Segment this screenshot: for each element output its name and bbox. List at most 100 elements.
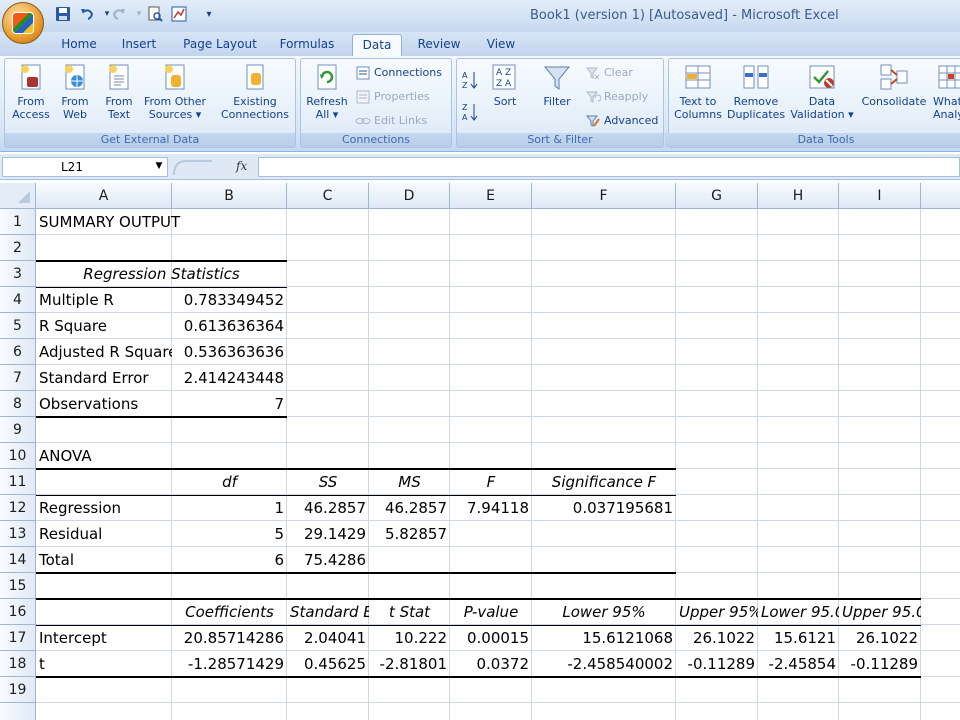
cell-a17[interactable]: Intercept — [36, 625, 172, 651]
row-header-7[interactable]: 7 — [0, 365, 36, 391]
cell-a18[interactable]: t — [36, 651, 172, 677]
tab-formulas[interactable]: Formulas — [274, 34, 340, 56]
name-box-dropdown-icon[interactable]: ▼ — [152, 157, 166, 175]
cell-h17[interactable]: 15.6121 — [758, 625, 839, 651]
cell-b14[interactable]: 6 — [172, 547, 287, 573]
cell-f16[interactable]: Lower 95% — [532, 599, 676, 625]
cell-b11[interactable]: df — [172, 469, 287, 495]
cell-g18[interactable]: -0.11289 — [676, 651, 758, 677]
cell-c14[interactable]: 75.4286 — [287, 547, 369, 573]
text-to-columns-button[interactable]: Text to Columns — [671, 61, 725, 121]
clear-filter-button[interactable]: Clear — [585, 63, 633, 83]
cell-a8[interactable]: Observations — [36, 391, 172, 417]
cell-a7[interactable]: Standard Error — [36, 365, 172, 391]
tab-home[interactable]: Home — [54, 34, 104, 56]
cell-a14[interactable]: Total — [36, 547, 172, 573]
row-header-11[interactable]: 11 — [0, 469, 36, 495]
worksheet-grid[interactable]: ABCDEFGHI 1 2 3 4 5 6 7 8 9 10 11 12 13 14 15 16 17 18 19 … — [0, 183, 960, 720]
column-header-h[interactable]: H — [758, 183, 839, 209]
row-header-6[interactable]: 6 — [0, 339, 36, 365]
cell-a5[interactable]: R Square — [36, 313, 172, 339]
cell-c12[interactable]: 46.2857 — [287, 495, 369, 521]
row-header-8[interactable]: 8 — [0, 391, 36, 417]
cell-b5[interactable]: 0.613636364 — [172, 313, 287, 339]
tab-insert[interactable]: Insert — [114, 34, 164, 56]
cell-g16[interactable]: Upper 95% — [676, 599, 758, 625]
column-header-f[interactable]: F — [532, 183, 676, 209]
cell-d16[interactable]: t Stat — [369, 599, 450, 625]
cell-b13[interactable]: 5 — [172, 521, 287, 547]
cell-b16[interactable]: Coefficients — [172, 599, 287, 625]
cell-b12[interactable]: 1 — [172, 495, 287, 521]
column-header-g[interactable]: G — [676, 183, 758, 209]
cell-c11[interactable]: SS — [287, 469, 369, 495]
row-header-2[interactable]: 2 — [0, 235, 36, 261]
column-header-b[interactable]: B — [172, 183, 287, 209]
tab-data[interactable]: Data — [352, 34, 402, 56]
undo-icon[interactable] — [78, 5, 96, 23]
cell-e11[interactable]: F — [450, 469, 532, 495]
column-header-d[interactable]: D — [369, 183, 450, 209]
chart-icon[interactable] — [170, 5, 188, 23]
cell-a4[interactable]: Multiple R — [36, 287, 172, 313]
cell-e12[interactable]: 7.94118 — [450, 495, 532, 521]
cell-b7[interactable]: 2.414243448 — [172, 365, 287, 391]
cell-i18[interactable]: -0.11289 — [839, 651, 921, 677]
cell-f12[interactable]: 0.037195681 — [532, 495, 676, 521]
existing-connections-button[interactable]: Existing Connections — [217, 61, 293, 121]
insert-function-icon[interactable]: fx — [236, 159, 247, 173]
row-header-12[interactable]: 12 — [0, 495, 36, 521]
sort-z-to-a-button[interactable]: ZA — [461, 101, 481, 125]
cell-a12[interactable]: Regression — [36, 495, 172, 521]
row-header-17[interactable]: 17 — [0, 625, 36, 651]
cell-c13[interactable]: 29.1429 — [287, 521, 369, 547]
what-if-analysis-button[interactable]: What-If Analysis — [933, 61, 960, 121]
select-all-corner[interactable] — [0, 183, 36, 209]
row-header-13[interactable]: 13 — [0, 521, 36, 547]
tab-view[interactable]: View — [478, 34, 524, 56]
column-header-e[interactable]: E — [450, 183, 532, 209]
row-header-1[interactable]: 1 — [0, 209, 36, 235]
cell-b4[interactable]: 0.783349452 — [172, 287, 287, 313]
from-web-button[interactable]: From Web — [53, 61, 97, 121]
from-access-button[interactable]: From Access — [7, 61, 55, 121]
customize-qat-icon[interactable]: ▾ — [200, 5, 218, 23]
row-header-5[interactable]: 5 — [0, 313, 36, 339]
advanced-filter-button[interactable]: Advanced — [585, 111, 658, 131]
formula-input[interactable] — [258, 157, 960, 177]
row-header-3[interactable]: 3 — [0, 261, 36, 287]
tab-page-layout[interactable]: Page Layout — [178, 34, 262, 56]
cell-h16[interactable]: Lower 95.0% — [758, 599, 839, 625]
cell-a13[interactable]: Residual — [36, 521, 172, 547]
cell-a1[interactable]: SUMMARY OUTPUT — [36, 209, 180, 235]
row-header-16[interactable]: 16 — [0, 599, 36, 625]
print-preview-icon[interactable] — [146, 5, 164, 23]
cell-f11[interactable]: Significance F — [532, 469, 676, 495]
from-other-sources-button[interactable]: From Other Sources ▾ — [141, 61, 209, 121]
cell-g17[interactable]: 26.1022 — [676, 625, 758, 651]
cell-d13[interactable]: 5.82857 — [369, 521, 450, 547]
connections-button[interactable]: Connections — [355, 63, 442, 83]
sort-button[interactable]: AZZA Sort — [485, 61, 525, 108]
properties-button[interactable]: Properties — [355, 87, 430, 107]
cell-c18[interactable]: 0.45625 — [287, 651, 369, 677]
row-header-20[interactable] — [0, 703, 36, 720]
row-header-4[interactable]: 4 — [0, 287, 36, 313]
cell-a6[interactable]: Adjusted R Square — [36, 339, 172, 365]
row-header-19[interactable]: 19 — [0, 677, 36, 703]
column-header-i[interactable]: I — [839, 183, 921, 209]
row-header-18[interactable]: 18 — [0, 651, 36, 677]
from-text-button[interactable]: From Text — [97, 61, 141, 121]
cell-f18[interactable]: -2.458540002 — [532, 651, 676, 677]
sort-a-to-z-button[interactable]: AZ — [461, 69, 481, 93]
data-validation-button[interactable]: Data Validation ▾ — [787, 61, 857, 121]
column-header-j[interactable] — [921, 183, 960, 209]
cell-i16[interactable]: Upper 95.0% — [839, 599, 921, 625]
cell-i17[interactable]: 26.1022 — [839, 625, 921, 651]
name-box[interactable]: L21 — [2, 157, 168, 177]
cell-d18[interactable]: -2.81801 — [369, 651, 450, 677]
cell-c17[interactable]: 2.04041 — [287, 625, 369, 651]
edit-links-button[interactable]: Edit Links — [355, 111, 427, 131]
redo-icon[interactable] — [110, 5, 128, 23]
cell-b18[interactable]: -1.28571429 — [172, 651, 287, 677]
